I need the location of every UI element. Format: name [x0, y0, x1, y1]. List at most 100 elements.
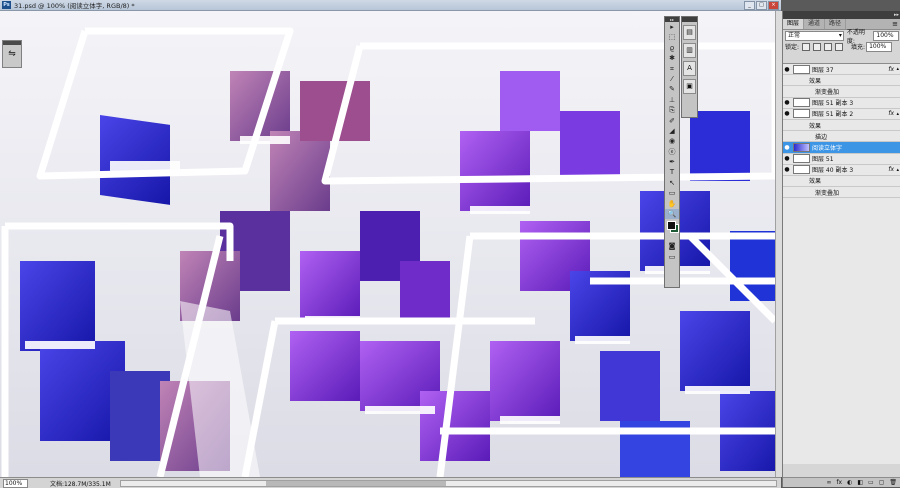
zoom-level-field[interactable]: 100%	[3, 478, 28, 488]
visibility-eye-icon[interactable]: ●	[783, 166, 791, 173]
lock-all-icon[interactable]	[835, 42, 844, 51]
quick-mask-icon[interactable]: ◙	[665, 241, 679, 251]
horizontal-scroll-thumb[interactable]	[266, 481, 446, 486]
close-button[interactable]: ×	[768, 1, 779, 10]
document-title-bar: Ps 31.psd @ 100% (阅读立体字, RGB/8) * _ □ ×	[0, 0, 781, 11]
adjustment-layer-icon[interactable]: ◧	[857, 478, 863, 487]
dock-panel-1-icon[interactable]: ▤	[683, 25, 696, 40]
effect-row[interactable]: 渐变叠加	[783, 86, 900, 98]
effects-row[interactable]: 效果	[783, 176, 900, 188]
lock-pixels-icon[interactable]	[813, 42, 822, 51]
foreground-color-swatch[interactable]	[667, 221, 676, 231]
layer-row[interactable]: ● 图层 51	[783, 154, 900, 165]
layer-row[interactable]: ● 图层 37 fx ▴	[783, 64, 900, 76]
eraser-tool-icon[interactable]: ◢	[665, 126, 679, 136]
layer-row-selected[interactable]: ● 阅读立体字	[783, 142, 900, 154]
expand-effects-icon[interactable]: ▴	[896, 111, 899, 117]
character-panel-icon[interactable]: A	[683, 61, 696, 76]
layer-row[interactable]: ● 图层 40 副本 3 fx ▴	[783, 165, 900, 176]
path-selection-tool-icon[interactable]: ↖	[665, 178, 679, 188]
effect-row[interactable]: 描边	[783, 131, 900, 143]
visibility-eye-icon[interactable]: ●	[783, 144, 791, 151]
opacity-field[interactable]: 100%	[873, 30, 899, 41]
color-swatches[interactable]	[665, 219, 679, 241]
fx-icon: fx	[888, 65, 894, 73]
status-bar: 100% 文档:128.7M/335.1M	[0, 477, 781, 488]
dock-panel-2-icon[interactable]: ▥	[683, 43, 696, 58]
visibility-eye-icon[interactable]: ●	[783, 155, 791, 162]
layers-panel-footer: ∞ fx ◐ ◧ ▭ ▢ 🗑	[783, 477, 900, 487]
magic-wand-tool-icon[interactable]: ✱	[665, 53, 679, 63]
window-controls: _ □ ×	[744, 1, 779, 10]
visibility-eye-icon[interactable]: ●	[783, 110, 791, 117]
healing-brush-tool-icon[interactable]: ✎	[665, 84, 679, 94]
lock-position-icon[interactable]	[824, 42, 833, 51]
layer-thumbnail	[793, 165, 810, 175]
marquee-tool-icon[interactable]: ⬚	[665, 32, 679, 42]
shape-tool-icon[interactable]: ▭	[665, 188, 679, 198]
lock-label: 锁定:	[785, 44, 800, 51]
effects-row[interactable]: 效果	[783, 120, 900, 132]
tab-paths[interactable]: 路径	[825, 19, 847, 29]
visibility-eye-icon[interactable]: ●	[783, 99, 791, 106]
collapse-panel-icon[interactable]: ▸▸	[894, 12, 899, 18]
document-size-info[interactable]: 文档:128.7M/335.1M	[50, 479, 111, 488]
hand-tool-icon[interactable]: ✋	[665, 199, 679, 209]
zoom-tool-icon[interactable]: 🔍	[665, 209, 679, 220]
layer-name: 图层 37	[812, 66, 834, 74]
dodge-tool-icon[interactable]: ⓔ	[665, 147, 679, 157]
panel-menu-icon[interactable]: ≡	[892, 19, 900, 29]
visibility-eye-icon[interactable]: ●	[783, 66, 791, 73]
photoshop-icon: Ps	[2, 1, 11, 9]
maximize-button[interactable]: □	[756, 1, 767, 10]
layer-thumbnail	[793, 98, 810, 108]
minimize-button[interactable]: _	[744, 1, 755, 10]
crop-tool-icon[interactable]: ⌗	[665, 64, 679, 74]
tab-layers[interactable]: 图层	[783, 19, 805, 29]
horizontal-scrollbar[interactable]	[120, 480, 777, 487]
link-layers-icon[interactable]: ∞	[826, 478, 831, 487]
layer-row[interactable]: ● 图层 51 副本 3	[783, 98, 900, 109]
pen-tool-icon[interactable]: ✒	[665, 157, 679, 167]
effects-row[interactable]: 效果	[783, 75, 900, 87]
effect-row[interactable]: 渐变叠加	[783, 187, 900, 199]
blend-mode-select[interactable]: 正常	[785, 30, 844, 41]
tool-preset-icon[interactable]: ⇋	[3, 45, 21, 63]
clone-stamp-tool-icon[interactable]: ⎘	[665, 105, 679, 115]
tab-channels[interactable]: 通道	[804, 19, 826, 29]
layer-name: 图层 40 副本 3	[812, 167, 854, 175]
gradient-tool-icon[interactable]: ◉	[665, 136, 679, 146]
new-group-icon[interactable]: ▭	[868, 478, 874, 487]
layer-name: 阅读立体字	[812, 144, 843, 152]
collapsed-panel-dock: ▤ ▥ A ▣	[681, 16, 698, 118]
layer-thumbnail	[793, 109, 810, 119]
fill-field[interactable]: 100%	[866, 41, 893, 52]
add-style-icon[interactable]: fx	[836, 478, 842, 487]
screen-mode-icon[interactable]: ▭	[665, 252, 679, 262]
panel-tabs: 图层 通道 路径 ≡	[783, 19, 900, 30]
layer-name: 图层 51	[812, 156, 834, 164]
panel-header: ▸▸	[783, 11, 900, 19]
move-tool-icon[interactable]: ▸	[665, 22, 679, 32]
brush-tool-icon[interactable]: ⊥	[665, 95, 679, 105]
layer-thumbnail	[793, 154, 810, 164]
new-layer-icon[interactable]: ▢	[879, 478, 885, 487]
toolbox: ▸▸ ▸ ⬚ ϱ ✱ ⌗ ⁄ ✎ ⊥ ⎘ ✐ ◢ ◉ ⓔ ✒ T ↖ ▭ ✋ 🔍…	[664, 16, 680, 288]
expand-effects-icon[interactable]: ▴	[896, 66, 899, 72]
layer-row[interactable]: ● 图层 51 副本 2 fx ▴	[783, 109, 900, 120]
add-mask-icon[interactable]: ◐	[847, 478, 852, 487]
expand-effects-icon[interactable]: ▴	[896, 167, 899, 173]
lock-transparency-icon[interactable]	[802, 42, 811, 51]
vertical-scrollbar[interactable]	[775, 11, 782, 477]
trash-icon[interactable]: 🗑	[889, 478, 897, 487]
type-tool-icon[interactable]: T	[665, 167, 679, 177]
effect-name: 渐变叠加	[815, 189, 840, 197]
history-brush-tool-icon[interactable]: ✐	[665, 116, 679, 126]
lasso-tool-icon[interactable]: ϱ	[665, 43, 679, 53]
dock-panel-4-icon[interactable]: ▣	[683, 79, 696, 94]
document-tab-title[interactable]: 31.psd @ 100% (阅读立体字, RGB/8) *	[14, 0, 135, 10]
dock-grip[interactable]	[682, 17, 697, 22]
eyedropper-tool-icon[interactable]: ⁄	[665, 74, 679, 84]
fx-icon: fx	[888, 110, 894, 118]
layer-thumbnail	[793, 64, 810, 74]
